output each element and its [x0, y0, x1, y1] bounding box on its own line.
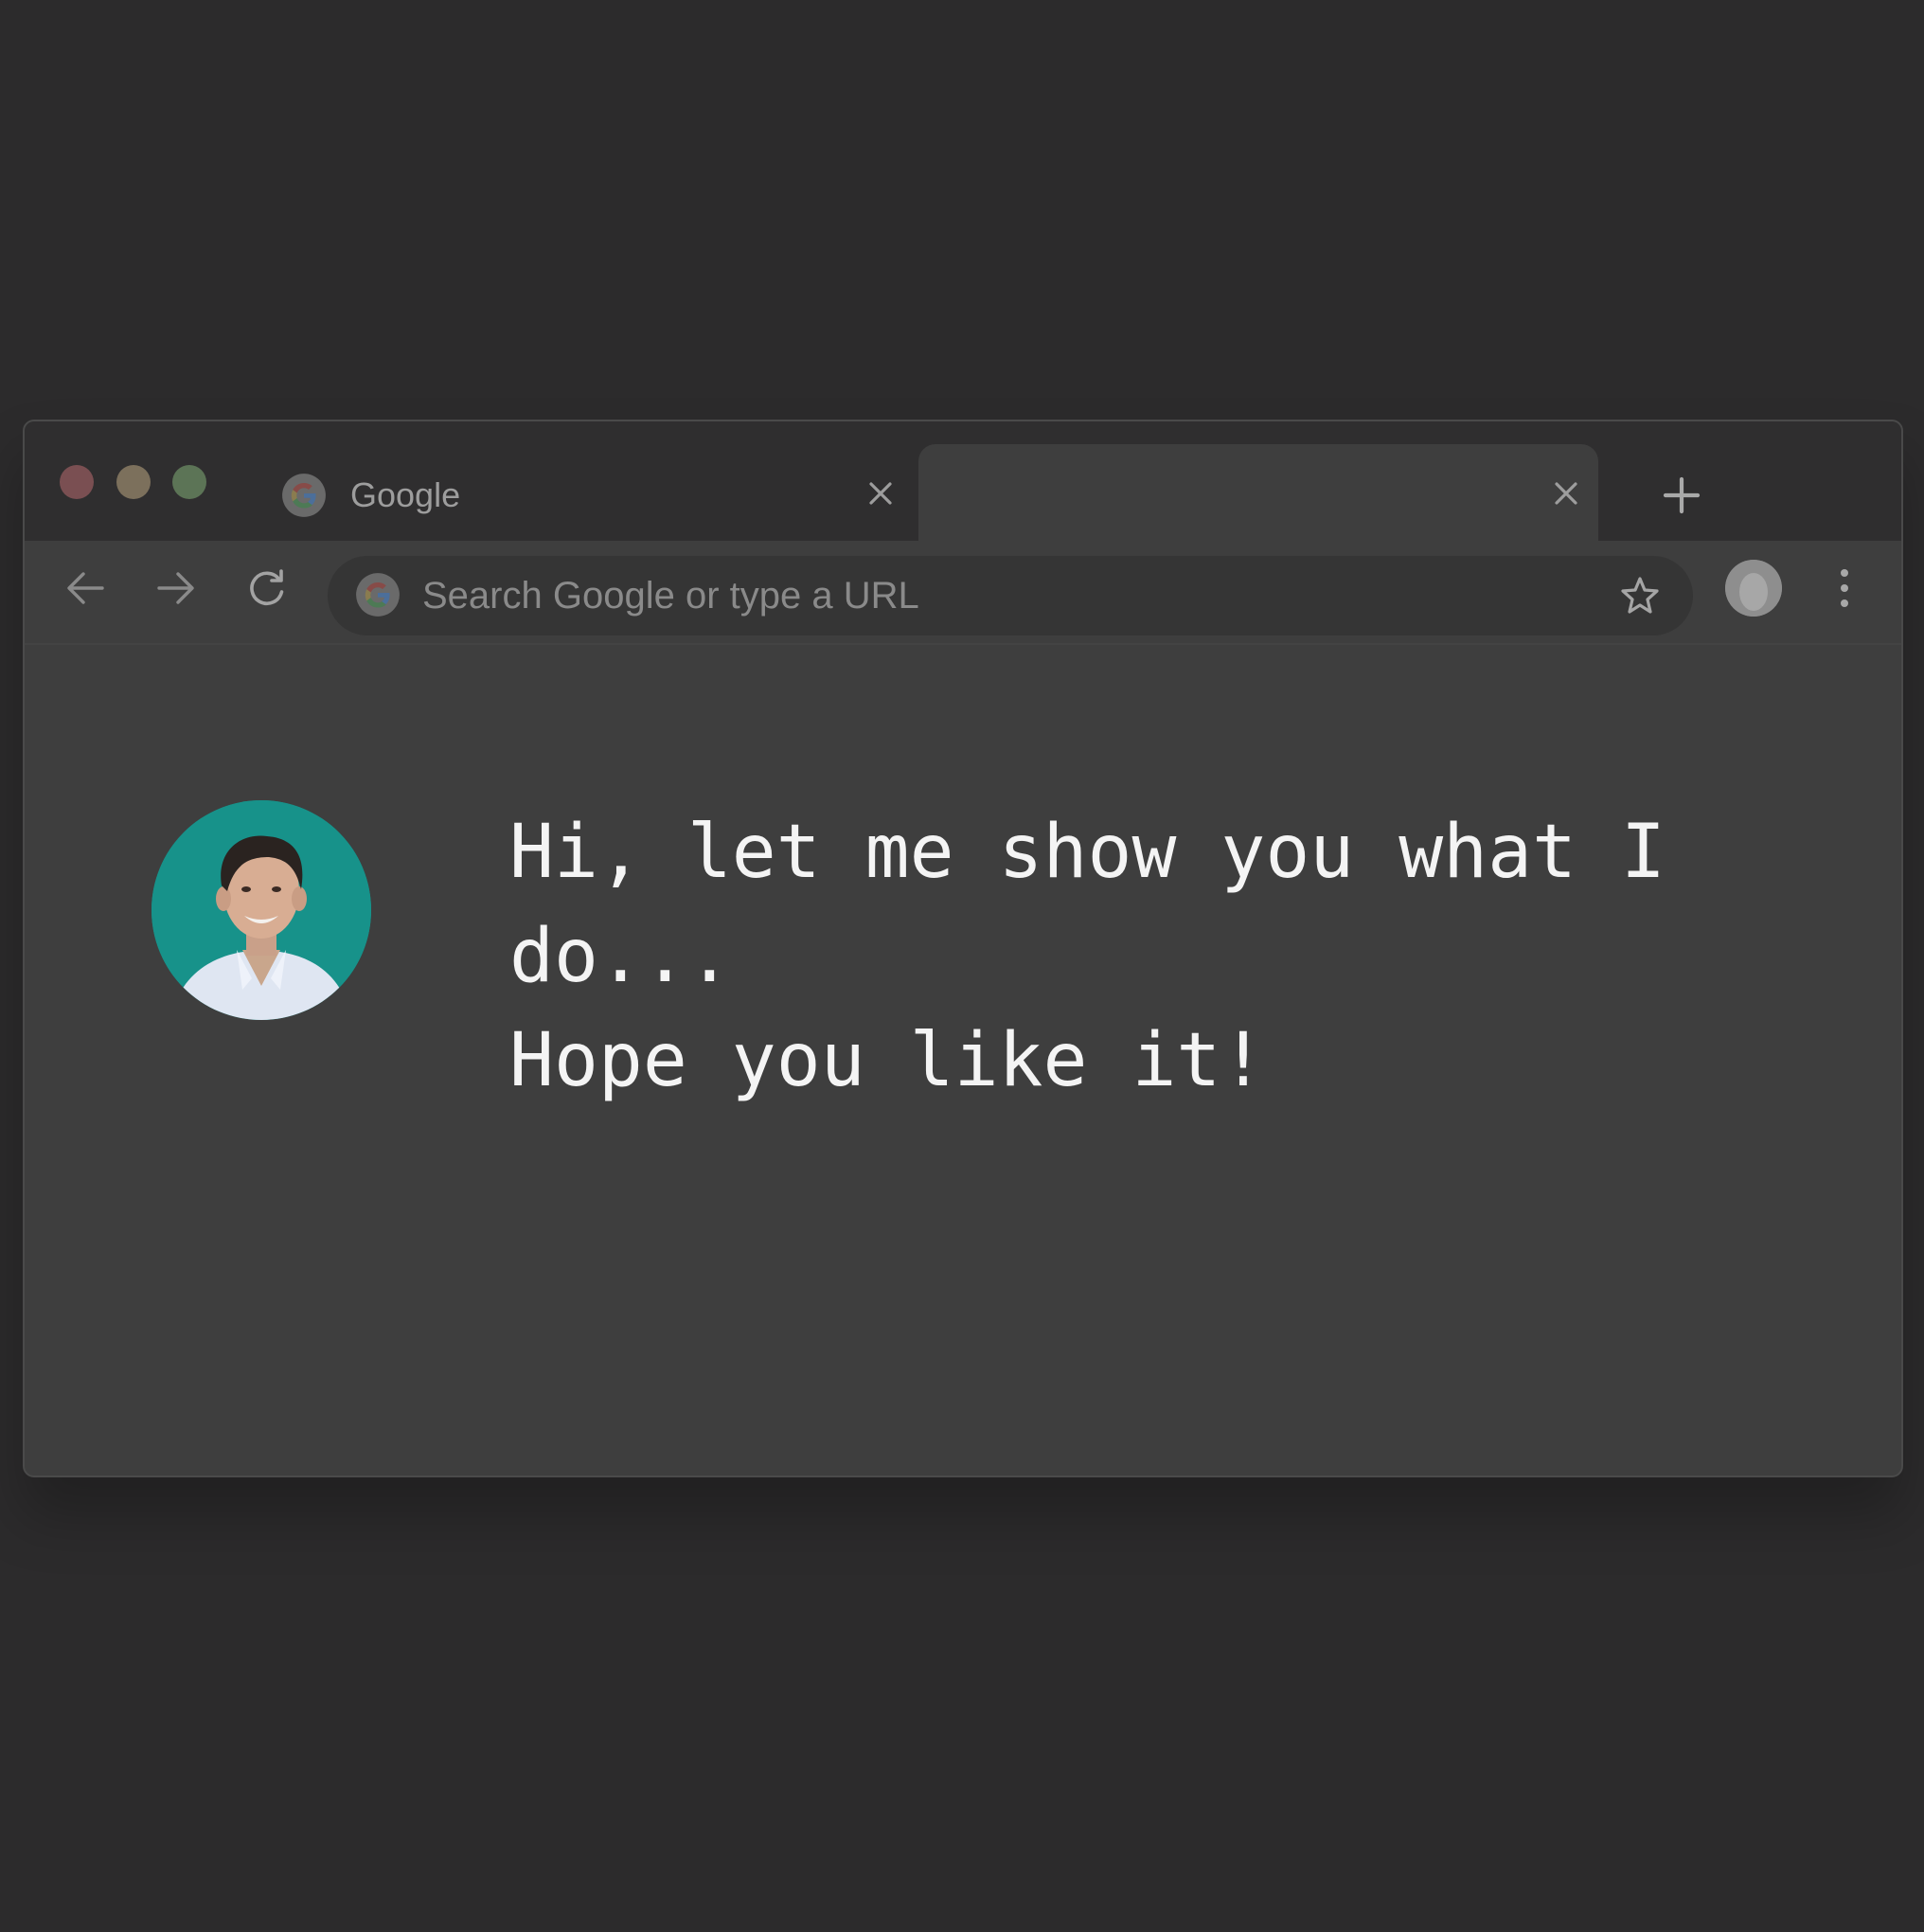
minimize-window-button[interactable] — [116, 465, 151, 499]
intro-line-1: Hi, let me show you what I do... — [509, 810, 1710, 999]
new-tab-button[interactable] — [1657, 471, 1706, 520]
browser-menu-button[interactable] — [1822, 560, 1867, 617]
more-vertical-icon — [1841, 569, 1848, 607]
portrait-image — [151, 800, 371, 1020]
tab-strip: Google — [25, 421, 1901, 541]
tab-close-button[interactable] — [1543, 471, 1589, 516]
arrow-right-icon — [157, 572, 194, 604]
intro-line-2: Hope you like it! — [509, 1018, 1266, 1103]
address-bar-placeholder: Search Google or type a URL — [422, 575, 919, 617]
author-photo — [151, 800, 371, 1020]
close-icon — [1555, 482, 1577, 505]
back-button[interactable] — [59, 562, 112, 615]
forward-button[interactable] — [150, 562, 203, 615]
arrow-left-icon — [67, 572, 104, 604]
google-g-icon — [356, 573, 400, 617]
close-window-button[interactable] — [60, 465, 94, 499]
star-icon — [1621, 577, 1659, 614]
tab-label: Google — [350, 475, 461, 514]
bookmark-button[interactable] — [1613, 569, 1666, 622]
reload-button[interactable] — [240, 562, 294, 615]
tab-google[interactable]: Google — [252, 444, 934, 541]
toolbar: Search Google or type a URL — [25, 541, 1901, 645]
person-icon — [1725, 560, 1782, 617]
google-g-icon — [282, 474, 326, 517]
plus-icon — [1663, 476, 1701, 514]
profile-avatar-button[interactable] — [1725, 560, 1782, 617]
maximize-window-button[interactable] — [172, 465, 206, 499]
close-icon — [869, 482, 892, 505]
reload-icon — [250, 569, 284, 606]
intro-text: Hi, let me show you what I do... Hope yo… — [509, 800, 1788, 1113]
tab-close-button[interactable] — [858, 471, 903, 516]
address-bar[interactable]: Search Google or type a URL — [328, 556, 1693, 635]
browser-window: Google Search Google or type a URL Hi, l… — [23, 420, 1903, 1477]
tab-active[interactable] — [918, 444, 1598, 541]
